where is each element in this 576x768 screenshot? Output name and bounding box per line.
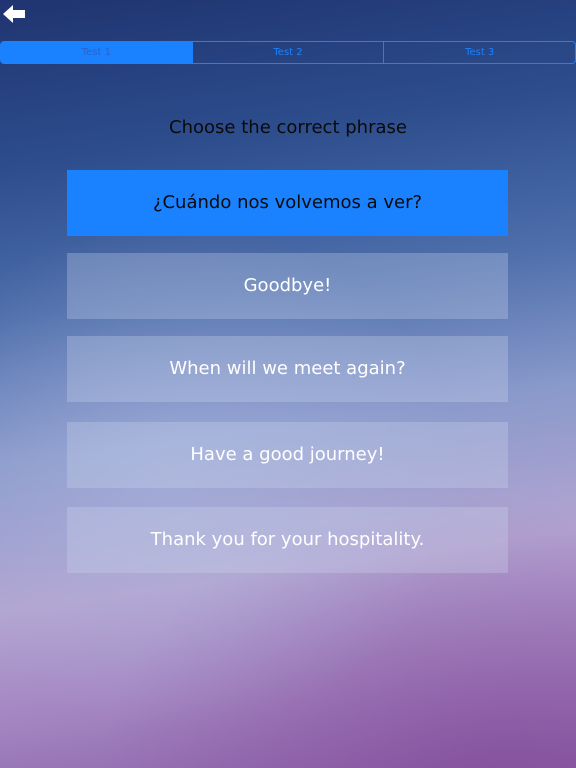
arrow-left-icon [3, 5, 25, 23]
back-button[interactable] [2, 2, 28, 26]
tab-test-2[interactable]: Test 2 [193, 42, 385, 63]
answer-list: ¿Cuándo nos volvemos a ver? Goodbye! Whe… [67, 170, 508, 573]
option-button-2[interactable]: When will we meet again? [67, 336, 508, 402]
question-prompt: Choose the correct phrase [169, 117, 407, 138]
test-tabs: Test 1 Test 2 Test 3 [0, 41, 576, 64]
option-button-4[interactable]: Thank you for your hospitality. [67, 507, 508, 573]
option-button-3[interactable]: Have a good journey! [67, 422, 508, 488]
option-button-1[interactable]: Goodbye! [67, 253, 508, 319]
tab-test-1[interactable]: Test 1 [1, 42, 193, 63]
tab-test-3[interactable]: Test 3 [384, 42, 575, 63]
phrase-card: ¿Cuándo nos volvemos a ver? [67, 170, 508, 236]
